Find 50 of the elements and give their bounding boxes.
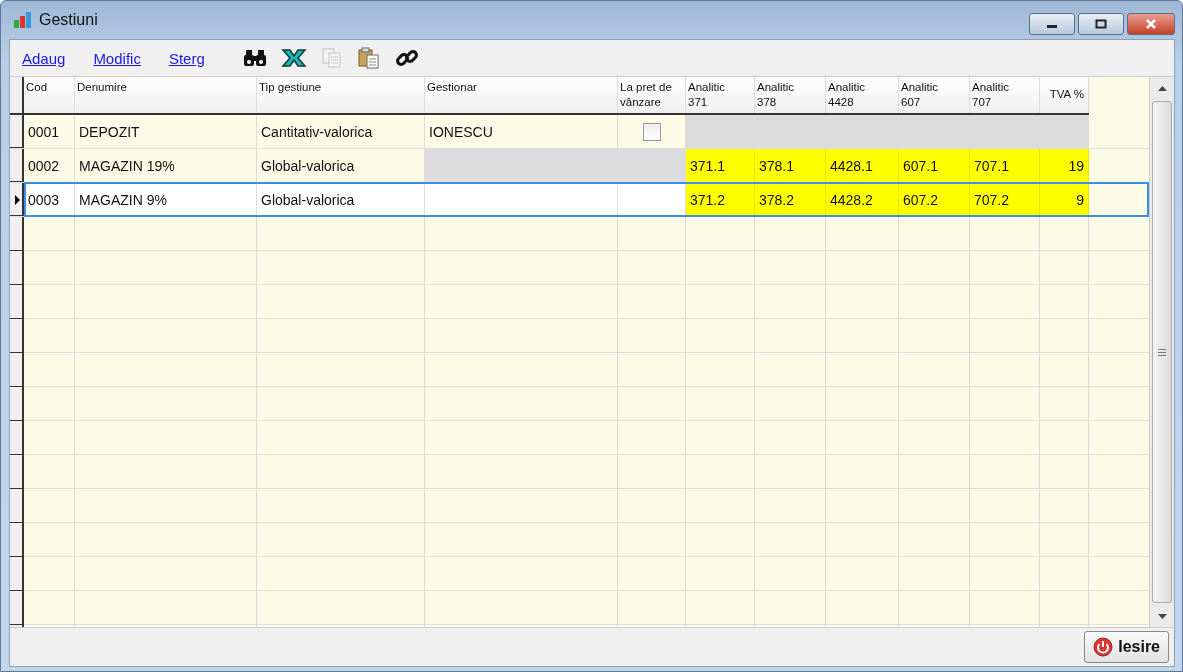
column-header[interactable]: Tip gestiune	[257, 77, 425, 113]
column-header[interactable]: TVA %	[1040, 77, 1089, 113]
scroll-down-icon[interactable]	[1157, 613, 1167, 619]
binoculars-icon[interactable]	[242, 48, 267, 68]
table-cell: 0001	[24, 115, 75, 148]
column-header[interactable]: Analitic 607	[899, 77, 970, 113]
toolbar-link[interactable]: Adaug	[22, 49, 66, 67]
highlighted-cell: 378.1	[755, 149, 826, 182]
table-cell: DEPOZIT	[75, 115, 257, 148]
maximize-icon	[1095, 19, 1107, 29]
table-cell: 0002	[24, 149, 75, 182]
column-header[interactable]: La pret de vânzare	[618, 77, 686, 113]
table-cell: Cantitativ-valorica	[257, 115, 425, 148]
maximize-button[interactable]	[1078, 13, 1124, 35]
highlighted-cell: 607.1	[899, 149, 970, 182]
column-header[interactable]: Analitic 707	[970, 77, 1040, 113]
close-icon	[1145, 19, 1157, 29]
chain-link-icon[interactable]	[394, 47, 419, 69]
grip-icon	[1158, 348, 1166, 356]
minimize-button[interactable]	[1029, 13, 1075, 35]
clipboard-icon[interactable]	[356, 47, 381, 69]
row-header[interactable]	[10, 149, 24, 182]
header-corner[interactable]	[10, 77, 24, 113]
row-header[interactable]	[10, 183, 24, 216]
window-title: Gestiuni	[39, 11, 98, 29]
column-header[interactable]: Gestionar	[425, 77, 618, 113]
excel-icon[interactable]	[280, 48, 307, 68]
table-cell: MAGAZIN 19%	[75, 149, 257, 182]
power-icon	[1093, 637, 1114, 657]
scroll-up-icon[interactable]	[1157, 85, 1167, 91]
column-header[interactable]: Analitic 378	[755, 77, 826, 113]
table-cell: IONESCU	[425, 115, 618, 148]
column-header[interactable]: Cod	[24, 77, 75, 113]
column-header[interactable]: Denumire	[75, 77, 257, 113]
column-header[interactable]: Analitic 4428	[826, 77, 899, 113]
toolbar-link[interactable]: Modific	[93, 49, 141, 67]
highlighted-cell: 371.1	[686, 149, 755, 182]
highlighted-cell: 4428.1	[826, 149, 899, 182]
exit-button[interactable]: Iesire	[1084, 631, 1169, 663]
row-header[interactable]	[10, 115, 24, 148]
toolbar-link[interactable]: Sterg	[168, 49, 205, 67]
scrollbar-thumb[interactable]	[1152, 101, 1172, 603]
highlighted-cell: 19	[1040, 149, 1089, 182]
close-button[interactable]	[1127, 13, 1175, 35]
highlighted-cell: 707.1	[970, 149, 1040, 182]
checkbox[interactable]	[642, 122, 661, 141]
row-pointer-icon	[15, 195, 20, 205]
column-header[interactable]: Analitic 371	[686, 77, 755, 113]
vertical-scrollbar[interactable]	[1149, 77, 1174, 627]
bar-chart-icon	[13, 11, 33, 29]
